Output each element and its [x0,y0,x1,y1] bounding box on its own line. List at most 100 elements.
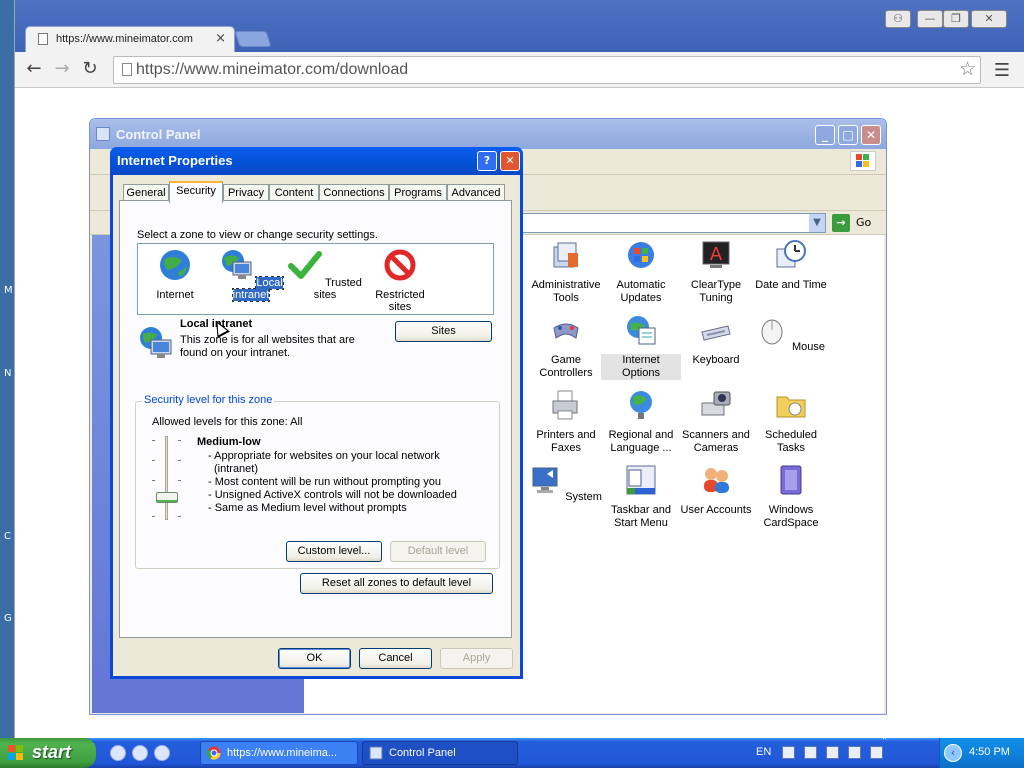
cp-item-keyboard[interactable]: Keyboard [676,314,756,367]
collapse-tray-icon[interactable]: ‹ [944,744,962,762]
cp-item-windows-cardspace[interactable]: Windows CardSpace [751,464,831,530]
keyboard-tray-icon[interactable] [782,746,795,759]
control-panel-icon [96,127,110,141]
chrome-quicklaunch-icon[interactable] [132,745,148,761]
maximize-button[interactable]: □ [838,125,858,145]
scanner-icon [701,391,731,416]
user-icon[interactable]: ⚇ [885,10,911,28]
cp-item-date-and-time[interactable]: Date and Time [751,239,831,292]
cp-item-label: Taskbar and Start Menu [611,504,671,529]
help-button[interactable]: ? [477,151,497,171]
cp-item-automatic-updates[interactable]: Automatic Updates [601,239,681,305]
mouse-icon [761,319,783,345]
intranet-icon [222,250,252,279]
reset-all-zones-button[interactable]: Reset all zones to default level [300,573,493,594]
cp-item-game-controllers[interactable]: Game Controllers [526,314,606,380]
ie-quicklaunch-icon[interactable] [110,745,126,761]
level-description-line: (intranet) [214,463,259,475]
cp-item-system[interactable]: System [526,464,606,504]
cp-item-scheduled-tasks[interactable]: Scheduled Tasks [751,389,831,455]
desktop-icon-label: N [4,368,12,379]
chevron-down-icon[interactable]: ▼ [809,214,825,232]
network-tray-icon[interactable] [870,746,883,759]
cp-item-mouse[interactable]: Mouse [751,314,831,354]
reload-icon[interactable]: ↻ [79,59,101,81]
cp-item-taskbar-and-start-menu[interactable]: Taskbar and Start Menu [601,464,681,530]
cancel-button[interactable]: Cancel [359,648,432,669]
cp-item-scanners-and-cameras[interactable]: Scanners and Cameras [676,389,756,455]
cp-item-regional-and-language[interactable]: Regional and Language ... [601,389,681,455]
maximize-button[interactable]: ❐ [943,10,969,28]
zone-internet[interactable]: Internet [138,248,212,301]
bookmark-star-icon[interactable]: ☆ [959,58,976,80]
security-level-slider[interactable] [152,436,182,520]
desktop-icon-label: M [4,285,13,296]
cp-item-label: Internet Options [601,354,681,380]
cp-item-label: Regional and Language ... [608,429,674,454]
go-button[interactable]: → Go [832,214,882,232]
clock[interactable]: 4:50 PM [969,746,1010,758]
users-icon [704,468,729,493]
zone-label: Restricted sites [375,289,425,313]
taskbar-item-browser[interactable]: https://www.mineima... [200,741,358,765]
minimize-button[interactable]: — [917,10,943,28]
address-bar[interactable]: https://www.mineimator.com/download ☆ [113,56,981,84]
forward-icon[interactable]: → [51,59,73,81]
windows-logo-icon [8,745,23,760]
pen-tray-icon[interactable] [804,746,817,759]
dialog-titlebar[interactable]: Internet Properties [110,147,523,175]
dialog-close-button[interactable]: ✕ [500,151,520,171]
cp-item-user-accounts[interactable]: User Accounts [676,464,756,517]
desktop-icon-label: G [4,613,12,624]
printer-icon [552,390,578,420]
control-panel-titlebar[interactable]: Control Panel _ □ ✕ [90,119,886,149]
custom-level-button[interactable]: Custom level... [286,541,382,562]
back-icon[interactable]: ← [23,59,45,81]
ok-button[interactable]: OK [278,648,351,669]
browser-tab[interactable]: https://www.mineimator.com × [25,26,235,52]
cp-item-internet-options[interactable]: Internet Options [601,314,681,380]
taskbar-item-control-panel[interactable]: Control Panel [362,741,518,765]
close-button[interactable]: ✕ [971,10,1007,28]
address-url[interactable]: https://www.mineimator.com/download [136,61,408,79]
media-quicklaunch-icon[interactable] [154,745,170,761]
restricted-icon [384,249,416,281]
cp-item-label: Game Controllers [539,354,593,379]
windows-logo-icon [850,151,876,171]
show-hidden-icons-icon[interactable]: » [882,732,888,743]
slider-thumb[interactable] [156,492,178,503]
taskbar-item-label: Control Panel [389,747,456,759]
zone-local-intranet[interactable]: Local intranet [214,248,288,302]
admin-tools-icon [553,242,578,268]
address-combo[interactable]: ▼ [510,213,826,233]
tab-close-icon[interactable]: × [215,31,226,46]
help-tray-icon[interactable] [848,746,861,759]
cp-item-printers-and-faxes[interactable]: Printers and Faxes [526,389,606,455]
apply-button[interactable]: Apply [440,648,513,669]
settings-tray-icon[interactable] [826,746,839,759]
slider-track [165,436,168,520]
level-description-line: - Appropriate for websites on your local… [208,450,440,462]
page-icon [38,33,48,45]
cp-item-administrative-tools[interactable]: Administrative Tools [526,239,606,305]
zone-trusted-sites[interactable]: Trusted sites [288,248,362,301]
start-label: start [32,742,72,762]
taskbar-item-label: https://www.mineima... [227,747,338,759]
zone-hint: Select a zone to view or change security… [137,229,378,241]
sites-button[interactable]: Sites [395,321,492,342]
zone-restricted-sites[interactable]: Restricted sites [363,248,437,313]
close-button[interactable]: ✕ [861,125,881,145]
new-tab-button[interactable] [234,31,272,47]
cp-item-label: Scanners and Cameras [682,429,750,454]
start-button[interactable]: start [0,738,96,768]
folder-clock-icon [776,396,806,418]
minimize-button[interactable]: _ [815,125,835,145]
default-level-button[interactable]: Default level [390,541,486,562]
cp-item-cleartype-tuning[interactable]: A ClearType Tuning [676,239,756,305]
language-indicator[interactable]: EN [756,746,771,758]
cp-item-label: Printers and Faxes [536,429,596,454]
menu-icon[interactable]: ☰ [994,60,1010,81]
tab-security[interactable]: Security [169,181,223,203]
keyboard-icon [701,325,731,341]
system-tray: ‹ 4:50 PM [939,738,1024,768]
